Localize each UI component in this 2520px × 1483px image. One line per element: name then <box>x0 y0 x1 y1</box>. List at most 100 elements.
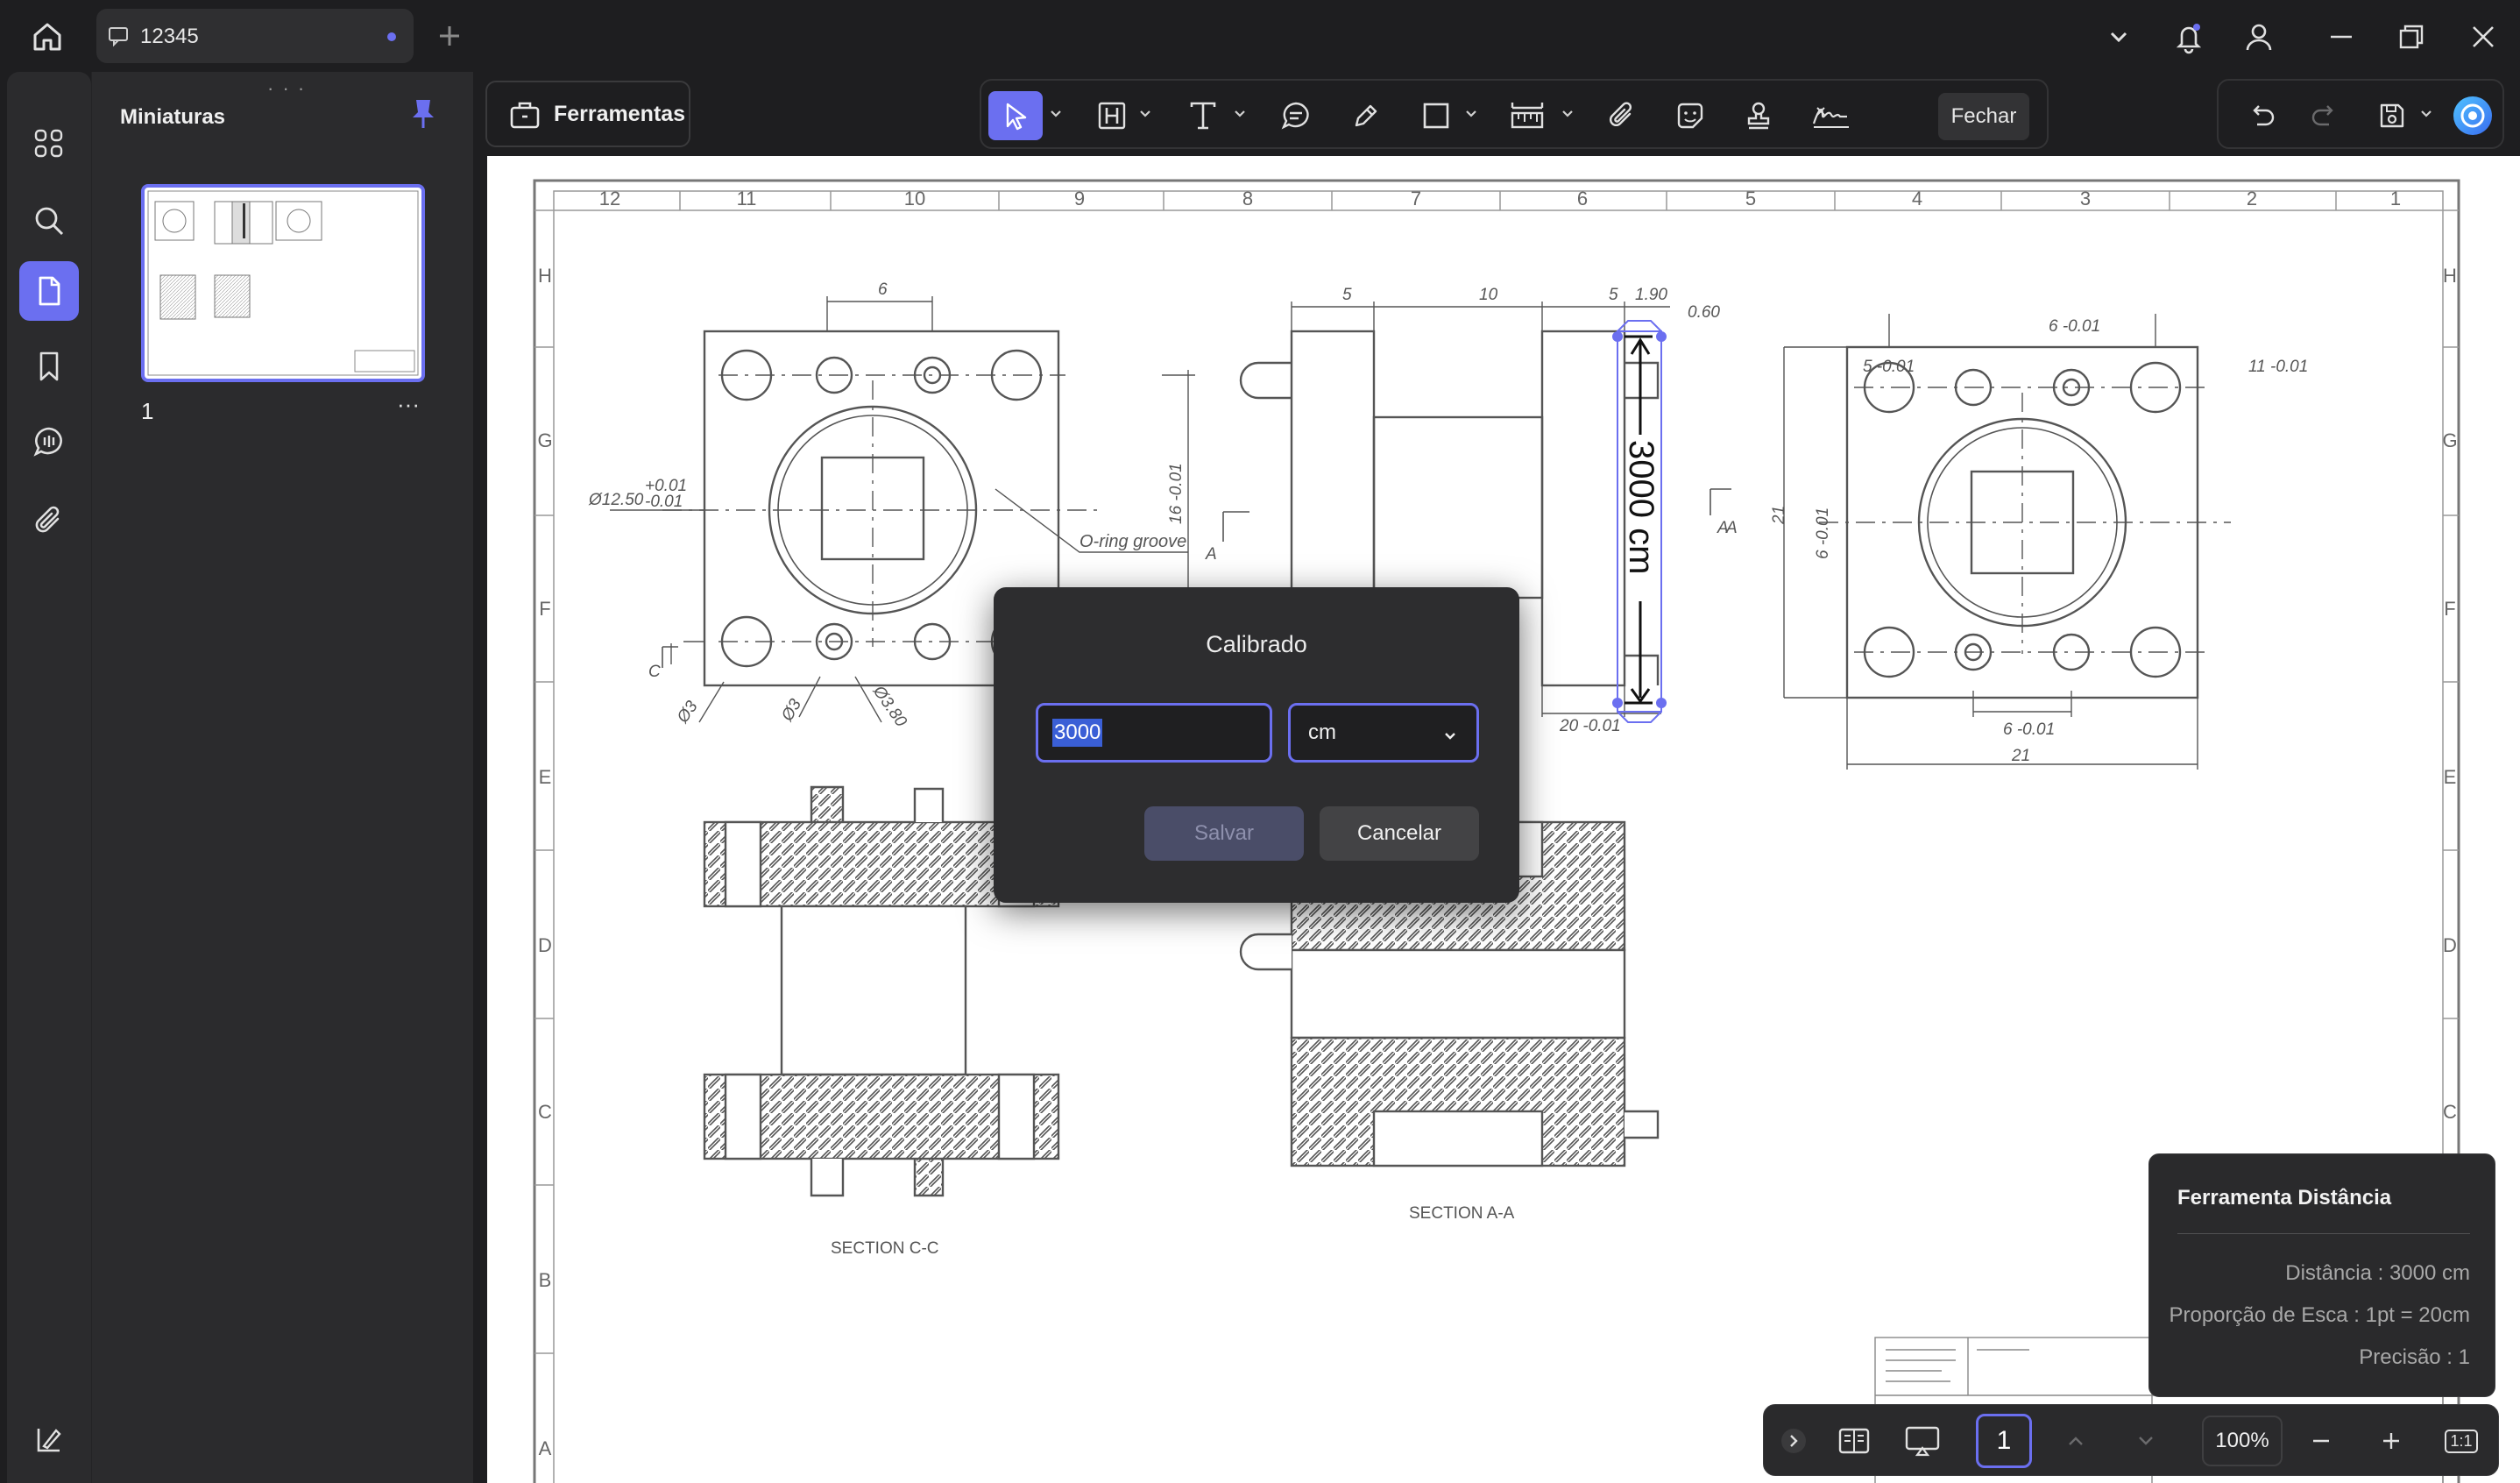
ruler-5: 5 <box>1745 188 1756 209</box>
select-arrow-icon[interactable] <box>988 91 1043 140</box>
page-number-input[interactable]: 1 <box>1976 1414 2032 1468</box>
dim-21-right: 21 <box>1770 506 1788 525</box>
restore-icon[interactable] <box>2390 16 2432 58</box>
expand-chevron-icon[interactable] <box>1774 1416 1813 1466</box>
search-icon[interactable] <box>19 191 79 251</box>
zoom-level[interactable]: 100% <box>2202 1416 2283 1466</box>
scale-ratio: Proporção de Esca : 1pt = 20cm <box>2169 1303 2470 1327</box>
tools-button[interactable]: Ferramentas <box>485 81 690 147</box>
divider <box>2177 1233 2470 1234</box>
close-tools-button[interactable]: Fechar <box>1938 93 2029 140</box>
chevron-down-icon[interactable] <box>1137 105 1153 121</box>
save-icon[interactable] <box>2371 91 2413 140</box>
tools-button-label: Ferramentas <box>554 101 686 126</box>
ruler-c-right: C <box>2443 1101 2457 1123</box>
bell-icon[interactable] <box>2168 16 2210 58</box>
dim-tol-minus: -0.01 <box>645 493 683 511</box>
thumbnail-page-number: 1 <box>141 398 154 424</box>
ruler-2: 2 <box>2247 188 2257 209</box>
plus-icon[interactable] <box>433 19 466 53</box>
stamp-icon[interactable] <box>1738 91 1779 140</box>
attachment-icon[interactable] <box>1602 91 1642 140</box>
distance-value: Distância : 3000 cm <box>2285 1261 2470 1285</box>
ruler-e-right: E <box>2444 766 2457 788</box>
presentation-icon[interactable] <box>1897 1416 1948 1466</box>
sidebar-toggle-icon[interactable] <box>19 1409 79 1469</box>
calibration-value-input[interactable]: 3000 <box>1036 703 1272 763</box>
save-button[interactable]: Salvar <box>1144 806 1304 861</box>
pin-icon[interactable] <box>406 96 441 131</box>
more-options-icon[interactable]: ··· <box>397 391 420 418</box>
highlight-text-icon[interactable] <box>1092 91 1132 140</box>
ai-assistant-icon[interactable] <box>2450 91 2495 140</box>
document-tab[interactable]: 12345 <box>96 9 414 63</box>
section-a-a-label: SECTION A-A <box>1409 1204 1515 1223</box>
page-navigation-bar: 1 100% 1:1 <box>1763 1404 2499 1476</box>
chevron-down-icon[interactable] <box>1048 105 1064 121</box>
unsaved-indicator <box>387 32 396 41</box>
thumbnails-icon[interactable] <box>19 261 79 321</box>
dim-10: 10 <box>1479 286 1498 304</box>
page-thumbnail[interactable] <box>141 184 425 382</box>
dim-5-a: 5 <box>1342 286 1352 304</box>
left-rail <box>7 72 91 1483</box>
actual-size-label: 1:1 <box>2445 1429 2478 1453</box>
measure-ruler-icon[interactable] <box>1505 91 1549 140</box>
close-icon[interactable] <box>2462 16 2504 58</box>
pen-tool-icon[interactable] <box>1346 91 1386 140</box>
unit-select[interactable]: cm <box>1288 703 1479 763</box>
ruler-e: E <box>539 766 552 788</box>
dim-20: 20 -0.01 <box>1559 717 1621 735</box>
ruler-f: F <box>539 598 550 620</box>
ruler-1: 1 <box>2390 188 2401 209</box>
distance-tool-title: Ferramenta Distância <box>2177 1186 2392 1210</box>
zoom-out-icon[interactable] <box>2302 1416 2340 1466</box>
ruler-d-right: D <box>2443 934 2457 956</box>
side-ruler: H G F E D C B A <box>537 265 552 1459</box>
chevron-down-icon[interactable] <box>1232 105 1248 121</box>
zoom-in-icon[interactable] <box>2372 1416 2410 1466</box>
ruler-c: C <box>538 1101 552 1123</box>
dim-6-bottom: 6 -0.01 <box>2003 720 2055 739</box>
minimize-icon[interactable] <box>2320 16 2362 58</box>
comments-icon[interactable] <box>19 412 79 472</box>
next-page-icon[interactable] <box>2127 1416 2165 1466</box>
ruler-8: 8 <box>1242 188 1253 209</box>
dim-dia380: Ø3.80 <box>868 682 910 731</box>
user-icon[interactable] <box>2238 16 2280 58</box>
main-area: Ferramentas Fechar 12 11 10 9 8 7 6 5 4 … <box>477 72 2520 1483</box>
document-tab-title: 12345 <box>140 25 199 48</box>
apps-grid-icon[interactable] <box>19 114 79 174</box>
chevron-down-icon[interactable] <box>1560 105 1575 121</box>
dim-1-90: 1.90 <box>1635 286 1667 304</box>
ruler-4: 4 <box>1912 188 1922 209</box>
previous-page-icon[interactable] <box>2056 1416 2095 1466</box>
signature-icon[interactable] <box>1807 91 1856 140</box>
chevron-down-icon[interactable] <box>2098 16 2140 58</box>
toolbar: Ferramentas Fechar <box>477 72 2520 156</box>
text-tool-icon[interactable] <box>1183 91 1223 140</box>
actual-size-button[interactable]: 1:1 <box>2440 1416 2482 1466</box>
cancel-button[interactable]: Cancelar <box>1320 806 1479 861</box>
attachment-icon[interactable] <box>19 491 79 550</box>
annotation-tools: Fechar <box>980 79 2049 149</box>
chevron-down-icon[interactable] <box>2418 105 2434 121</box>
ruler-a: A <box>539 1437 552 1459</box>
sticker-icon[interactable] <box>1670 91 1710 140</box>
panel-resize-handle[interactable]: · · · <box>267 77 306 100</box>
distance-tool-panel: Ferramenta Distância Distância : 3000 cm… <box>2148 1153 2495 1397</box>
chevron-down-icon <box>1441 727 1459 744</box>
reading-mode-icon[interactable] <box>1830 1416 1878 1466</box>
undo-icon[interactable] <box>2241 91 2283 140</box>
comment-tool-icon[interactable] <box>1276 91 1316 140</box>
ruler-g: G <box>537 429 552 451</box>
shape-rectangle-icon[interactable] <box>1416 91 1456 140</box>
dim-6-right: 6 -0.01 <box>2049 317 2100 336</box>
dialog-title: Calibrado <box>1206 631 1307 657</box>
home-icon[interactable] <box>23 12 72 61</box>
chevron-down-icon[interactable] <box>1463 105 1479 121</box>
redo-icon[interactable] <box>2303 91 2345 140</box>
dim-6-top: 6 <box>878 280 888 299</box>
bookmark-icon[interactable] <box>19 337 79 396</box>
ruler-b: B <box>539 1269 552 1291</box>
